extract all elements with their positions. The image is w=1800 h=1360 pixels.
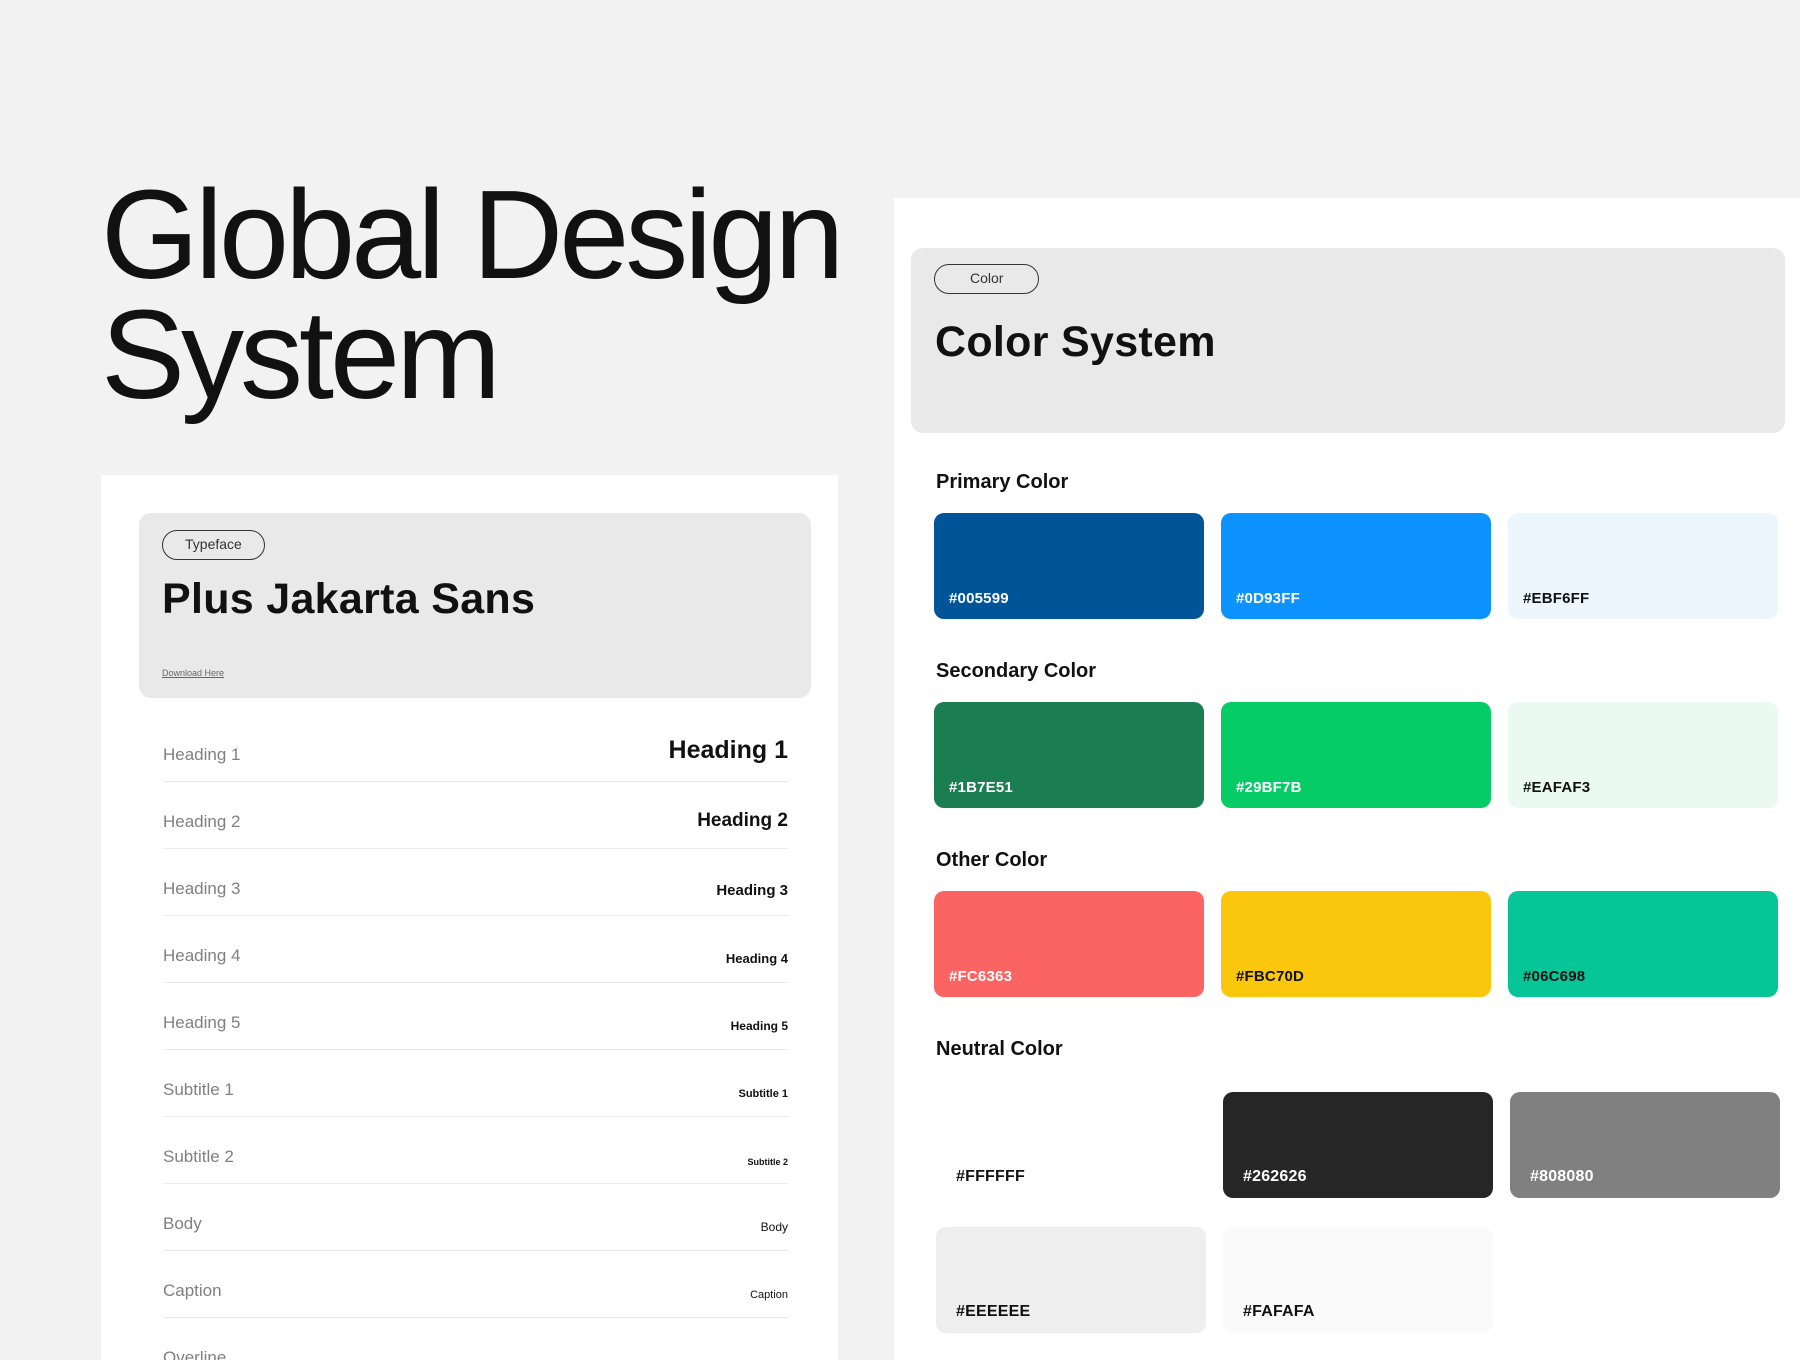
swatch-neutral-4: #EEEEEE <box>936 1227 1206 1333</box>
swatch-hex: #808080 <box>1530 1168 1594 1185</box>
secondary-color-title: Secondary Color <box>936 660 1097 682</box>
type-row-heading-3: Heading 3 Heading 3 <box>163 849 788 916</box>
swatch-neutral-5: #FAFAFA <box>1223 1227 1493 1333</box>
swatch-secondary-2: #29BF7B <box>1221 702 1491 808</box>
typeface-header: Typeface Plus Jakarta Sans Download Here <box>139 513 811 698</box>
type-row-sample: Heading 5 <box>730 1019 788 1033</box>
type-row-subtitle-1: Subtitle 1 Subtitle 1 <box>163 1050 788 1117</box>
other-color-title: Other Color <box>936 849 1048 871</box>
swatch-hex: #EEEEEE <box>956 1303 1031 1320</box>
color-system-title: Color System <box>935 318 1216 366</box>
type-row-heading-4: Heading 4 Heading 4 <box>163 916 788 983</box>
type-row-heading-1: Heading 1 Heading 1 <box>163 707 788 782</box>
swatch-other-1: #FC6363 <box>934 891 1204 997</box>
type-row-heading-2: Heading 2 Heading 2 <box>163 782 788 849</box>
swatch-other-2: #FBC70D <box>1221 891 1491 997</box>
swatch-hex: #FFFFFF <box>956 1168 1025 1185</box>
type-row-sample: Heading 3 <box>716 882 788 899</box>
type-row-label: Heading 2 <box>163 812 241 831</box>
swatch-hex: #29BF7B <box>1236 779 1302 796</box>
type-row-label: Overline <box>163 1348 227 1360</box>
primary-color-title: Primary Color <box>936 471 1069 493</box>
swatch-hex: #EAFAF3 <box>1523 779 1591 796</box>
swatch-hex: #005599 <box>949 590 1009 607</box>
typeface-tag: Typeface <box>162 530 265 560</box>
color-tag: Color <box>934 264 1040 294</box>
page-title: Global Design System <box>101 164 844 425</box>
swatch-primary-2: #0D93FF <box>1221 513 1491 619</box>
swatch-hex: #262626 <box>1243 1168 1307 1185</box>
type-row-overline: Overline overline <box>163 1318 788 1360</box>
swatch-secondary-3: #EAFAF3 <box>1508 702 1778 808</box>
type-row-label: Heading 4 <box>163 946 241 965</box>
type-row-heading-5: Heading 5 Heading 5 <box>163 983 788 1050</box>
swatch-hex: #FBC70D <box>1236 968 1305 985</box>
type-row-sample: Subtitle 2 <box>747 1157 788 1167</box>
type-row-sample: Body <box>760 1220 788 1234</box>
swatch-secondary-1: #1B7E51 <box>934 702 1204 808</box>
swatch-hex: #FAFAFA <box>1243 1303 1315 1320</box>
type-row-label: Subtitle 1 <box>163 1080 234 1099</box>
swatch-primary-1: #005599 <box>934 513 1204 619</box>
page-title-line-2: System <box>101 284 501 425</box>
download-link[interactable]: Download Here <box>162 668 224 678</box>
type-row-label: Body <box>163 1214 202 1233</box>
type-row-sample: Heading 1 <box>668 736 788 764</box>
swatch-hex: #0D93FF <box>1236 590 1300 607</box>
color-card: Color Color System Primary Color #005599… <box>894 198 1800 1360</box>
type-scale-list: Heading 1 Heading 1 Heading 2 Heading 2 … <box>163 707 788 1360</box>
swatch-hex: #FC6363 <box>949 968 1013 985</box>
swatch-hex: #1B7E51 <box>949 779 1013 796</box>
swatch-hex: #06C698 <box>1523 968 1586 985</box>
swatch-primary-3: #EBF6FF <box>1508 513 1778 619</box>
type-row-sample: Caption <box>750 1289 788 1301</box>
type-row-label: Heading 1 <box>163 745 241 764</box>
type-row-label: Heading 3 <box>163 879 241 898</box>
type-row-sample: Heading 2 <box>697 810 788 831</box>
type-row-subtitle-2: Subtitle 2 Subtitle 2 <box>163 1117 788 1184</box>
page-title-line-1: Global Design <box>101 164 844 305</box>
type-row-caption: Caption Caption <box>163 1251 788 1318</box>
type-row-label: Heading 5 <box>163 1013 241 1032</box>
type-row-sample: Subtitle 1 <box>738 1088 788 1100</box>
type-row-label: Subtitle 2 <box>163 1147 234 1166</box>
swatch-neutral-2: #262626 <box>1223 1092 1493 1198</box>
type-row-sample: Heading 4 <box>725 951 788 966</box>
color-header: Color Color System <box>911 248 1785 433</box>
swatch-neutral-3: #808080 <box>1510 1092 1780 1198</box>
swatch-hex: #EBF6FF <box>1523 590 1590 607</box>
type-row-label: Caption <box>163 1281 222 1300</box>
type-row-body: Body Body <box>163 1184 788 1251</box>
typeface-name: Plus Jakarta Sans <box>162 575 536 623</box>
neutral-color-title: Neutral Color <box>936 1038 1063 1060</box>
swatch-neutral-1: #FFFFFF <box>936 1092 1206 1198</box>
swatch-other-3: #06C698 <box>1508 891 1778 997</box>
typeface-card: Typeface Plus Jakarta Sans Download Here… <box>101 475 838 1360</box>
